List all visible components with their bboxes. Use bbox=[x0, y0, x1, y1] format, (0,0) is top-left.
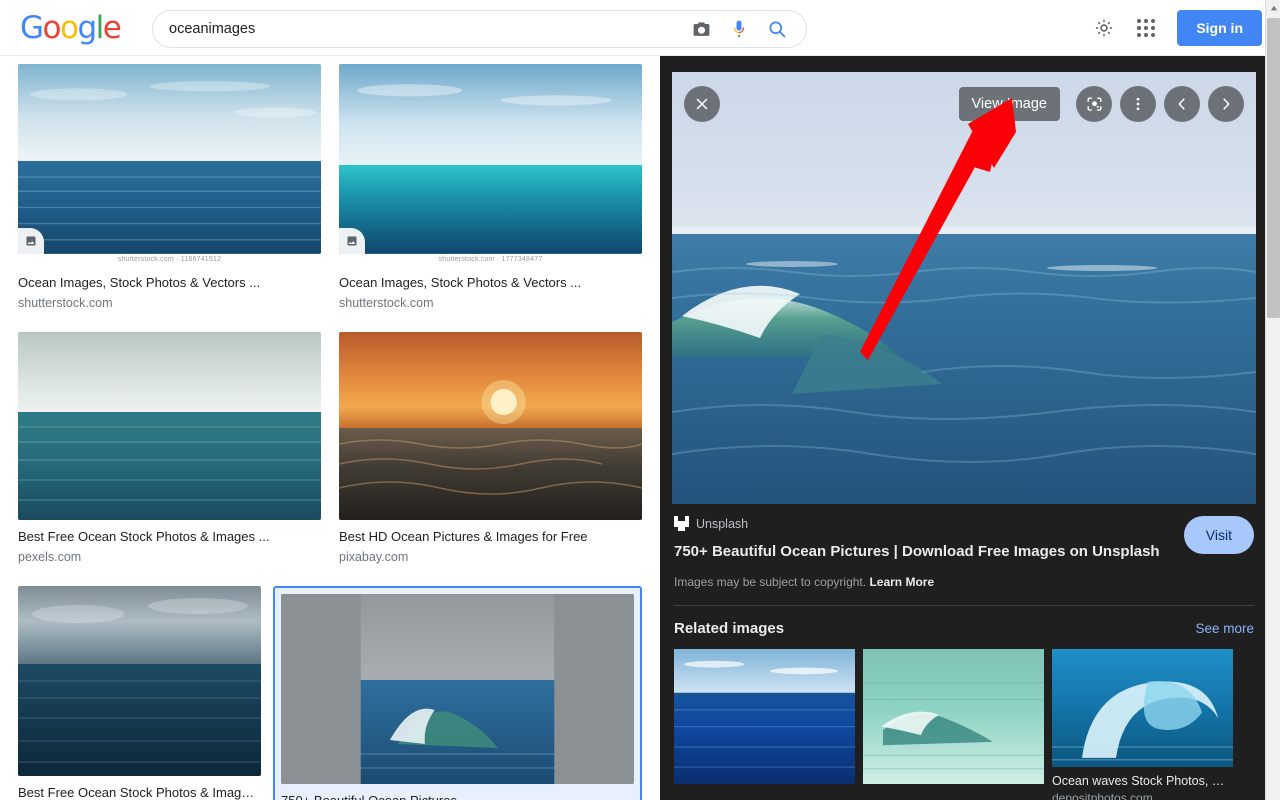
google-lens-icon[interactable] bbox=[1076, 86, 1112, 122]
result-thumbnail[interactable] bbox=[18, 331, 321, 520]
apps-grid-icon[interactable] bbox=[1137, 19, 1156, 37]
breaking-wave-photo[interactable] bbox=[672, 72, 1256, 504]
image-type-badge bbox=[339, 227, 365, 254]
search-submit-icon[interactable] bbox=[766, 18, 788, 40]
related-image-0[interactable] bbox=[674, 649, 855, 800]
related-image-caption: Ocean waves Stock Photos, Ro… bbox=[1052, 774, 1233, 789]
camera-icon[interactable] bbox=[690, 18, 712, 40]
result-thumbnail[interactable] bbox=[281, 593, 634, 784]
learn-more-link[interactable]: Learn More bbox=[869, 575, 934, 589]
result-thumbnail[interactable] bbox=[339, 64, 642, 254]
more-options-icon[interactable] bbox=[1120, 86, 1156, 122]
sign-in-button[interactable]: Sign in bbox=[1177, 10, 1262, 46]
result-title[interactable]: 750+ Beautiful Ocean Pictures ... bbox=[281, 793, 634, 800]
moody-ocean-photo bbox=[18, 585, 261, 776]
hero-toolbar: View Image bbox=[672, 86, 1256, 122]
view-image-button[interactable]: View Image bbox=[958, 87, 1060, 121]
result-card-4[interactable]: Best Free Ocean Stock Photos & Images ..… bbox=[18, 585, 261, 800]
related-image-2[interactable]: Ocean waves Stock Photos, Ro… depositpho… bbox=[1052, 649, 1233, 800]
result-card-0[interactable]: shutterstock.com · 1166741512 Ocean Imag… bbox=[18, 64, 321, 310]
image-metadata: Unsplash 750+ Beautiful Ocean Pictures |… bbox=[660, 504, 1268, 589]
hero-toolbar-actions: View Image bbox=[958, 86, 1244, 122]
related-images-header: Related images See more bbox=[660, 606, 1268, 637]
page-scrollbar[interactable] bbox=[1265, 0, 1280, 800]
next-arrow-icon[interactable] bbox=[1208, 86, 1244, 122]
unsplash-logo-icon bbox=[674, 516, 689, 531]
result-domain: pixabay.com bbox=[339, 549, 409, 564]
result-card-1[interactable]: shutterstock.com · 1777348477 Ocean Imag… bbox=[339, 64, 642, 310]
copyright-text: Images may be subject to copyright. bbox=[674, 575, 867, 590]
wave-photo-letterboxed bbox=[281, 593, 634, 784]
results-row: Best Free Ocean Stock Photos & Images ..… bbox=[0, 331, 660, 564]
source-row: Unsplash bbox=[674, 516, 1254, 531]
gear-icon[interactable] bbox=[1093, 17, 1115, 39]
search-input[interactable] bbox=[169, 21, 690, 37]
image-title[interactable]: 750+ Beautiful Ocean Pictures | Download… bbox=[674, 542, 1254, 562]
result-thumbnail[interactable] bbox=[18, 64, 321, 254]
hero-image-container: View Image bbox=[672, 72, 1256, 504]
result-domain: pexels.com bbox=[18, 549, 82, 564]
related-image-1[interactable] bbox=[863, 649, 1044, 800]
turquoise-ocean-photo bbox=[339, 64, 642, 254]
see-more-link[interactable]: See more bbox=[1195, 621, 1254, 636]
calm-sea-photo bbox=[18, 331, 321, 520]
previous-arrow-icon[interactable] bbox=[1164, 86, 1200, 122]
related-image-domain: depositphotos.com bbox=[1052, 791, 1153, 800]
sunset-ocean-photo bbox=[339, 331, 642, 520]
related-images-grid: Ocean waves Stock Photos, Ro… depositpho… bbox=[660, 637, 1268, 800]
watermark-text: shutterstock.com · 1777348477 bbox=[339, 253, 642, 266]
result-card-5-selected[interactable]: 750+ Beautiful Ocean Pictures ... unspla… bbox=[273, 585, 642, 800]
source-name: Unsplash bbox=[696, 516, 749, 531]
teal-wave-photo bbox=[863, 649, 1044, 785]
page-header: Google oceanimages Sign in bbox=[0, 0, 1280, 56]
result-title[interactable]: Best Free Ocean Stock Photos & Images ..… bbox=[18, 785, 261, 800]
close-icon[interactable] bbox=[684, 86, 720, 122]
results-row: shutterstock.com · 1166741512 Ocean Imag… bbox=[0, 64, 660, 310]
big-barrel-wave-photo bbox=[1052, 649, 1233, 768]
result-card-3[interactable]: Best HD Ocean Pictures & Images for Free… bbox=[339, 331, 642, 564]
google-logo[interactable]: Google bbox=[20, 10, 122, 46]
scroll-up-arrow-icon[interactable] bbox=[1266, 0, 1280, 16]
ocean-horizon-photo bbox=[18, 64, 321, 254]
image-detail-panel: View Image Unsplash 750+ Beautiful Ocean… bbox=[660, 56, 1268, 800]
result-title[interactable]: Ocean Images, Stock Photos & Vectors ... bbox=[339, 275, 642, 292]
result-thumbnail[interactable] bbox=[18, 585, 261, 776]
result-title[interactable]: Ocean Images, Stock Photos & Vectors ... bbox=[18, 275, 321, 292]
microphone-icon[interactable] bbox=[728, 18, 750, 40]
result-domain: shutterstock.com bbox=[18, 295, 113, 310]
result-thumbnail[interactable] bbox=[339, 331, 642, 520]
result-domain: shutterstock.com bbox=[339, 295, 434, 310]
watermark-text: shutterstock.com · 1166741512 bbox=[18, 253, 321, 266]
scrollbar-thumb[interactable] bbox=[1267, 18, 1280, 318]
result-title[interactable]: Best HD Ocean Pictures & Images for Free bbox=[339, 529, 642, 546]
image-results-grid: shutterstock.com · 1166741512 Ocean Imag… bbox=[0, 56, 660, 800]
result-title[interactable]: Best Free Ocean Stock Photos & Images ..… bbox=[18, 529, 321, 546]
image-type-badge bbox=[18, 227, 44, 254]
results-row: Best Free Ocean Stock Photos & Images ..… bbox=[0, 585, 660, 800]
search-box[interactable] bbox=[152, 10, 807, 48]
deep-blue-ocean-photo bbox=[674, 649, 855, 785]
visit-button[interactable]: Visit bbox=[1183, 516, 1254, 554]
related-images-title: Related images bbox=[674, 620, 785, 638]
copyright-notice: Images may be subject to copyright. Lear… bbox=[674, 575, 1254, 589]
header-actions: Sign in bbox=[1093, 0, 1262, 56]
result-card-2[interactable]: Best Free Ocean Stock Photos & Images ..… bbox=[18, 331, 321, 564]
